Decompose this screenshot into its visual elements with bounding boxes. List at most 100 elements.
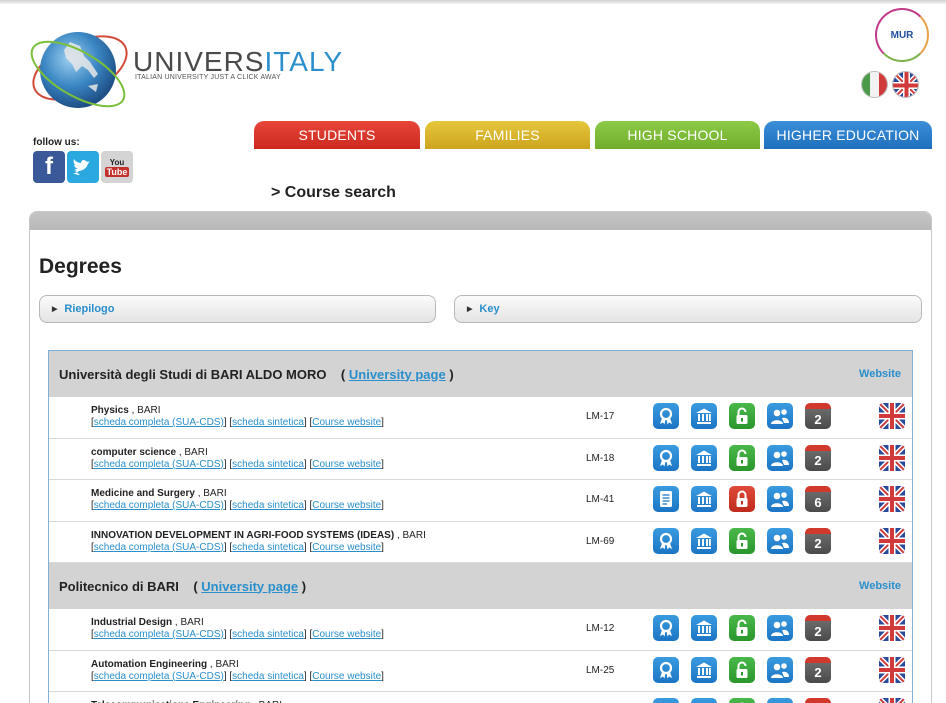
youtube-icon[interactable]: You Tube <box>101 151 133 183</box>
course-duration-years: 2 <box>814 665 822 680</box>
short-sheet-link[interactable]: scheda sintetica <box>232 417 304 428</box>
document-icon[interactable] <box>653 486 679 512</box>
english-language-flag-icon[interactable] <box>879 486 905 512</box>
course-links: [scheda completa (SUA-CDS)] [scheda sint… <box>91 629 384 640</box>
people-icon[interactable] <box>767 698 793 703</box>
open-access-lock-icon[interactable] <box>729 656 755 683</box>
full-sheet-link[interactable]: scheda completa (SUA-CDS) <box>94 542 224 553</box>
course-duration-years: 2 <box>814 453 822 468</box>
english-language-flag-icon[interactable] <box>879 698 905 703</box>
university-header-row: Università degli Studi di BARI ALDO MORO… <box>49 351 912 397</box>
people-icon[interactable] <box>767 444 793 471</box>
tab-students[interactable]: STUDENTS <box>254 121 420 149</box>
english-language-flag-icon[interactable] <box>879 403 905 429</box>
course-name[interactable]: Automation Engineering <box>91 659 207 670</box>
top-border <box>0 0 946 4</box>
full-sheet-link[interactable]: scheda completa (SUA-CDS) <box>94 671 224 682</box>
calendar-years-icon[interactable]: 6 <box>805 486 831 512</box>
tab-higher-education[interactable]: HIGHER EDUCATION <box>764 121 932 149</box>
full-sheet-link[interactable]: scheda completa (SUA-CDS) <box>94 500 224 511</box>
key-label: Key <box>479 303 500 315</box>
award-icon[interactable] <box>653 698 679 703</box>
open-access-lock-icon[interactable] <box>729 444 755 471</box>
brand-tagline: ITALIAN UNIVERSITY JUST A CLICK AWAY <box>135 74 281 81</box>
course-duration-years: 2 <box>814 411 822 427</box>
course-class-code: LM-41 <box>586 494 615 505</box>
tab-families[interactable]: FAMILIES <box>425 121 590 149</box>
calendar-years-icon[interactable] <box>805 698 831 703</box>
award-icon[interactable] <box>653 527 679 554</box>
open-access-lock-icon[interactable] <box>729 527 755 554</box>
course-website-link[interactable]: Course website <box>312 459 381 470</box>
university-name: Politecnico di BARI ( University page ) <box>59 578 307 594</box>
course-duration-years: 2 <box>814 623 822 639</box>
university-website-link[interactable]: Website <box>859 368 901 380</box>
course-website-link[interactable]: Course website <box>312 671 381 682</box>
full-sheet-link[interactable]: scheda completa (SUA-CDS) <box>94 417 224 428</box>
open-access-lock-icon[interactable] <box>729 615 755 641</box>
english-flag-icon[interactable] <box>892 71 919 98</box>
short-sheet-link[interactable]: scheda sintetica <box>232 671 304 682</box>
open-access-lock-icon[interactable] <box>729 403 755 429</box>
course-name[interactable]: computer science <box>91 447 176 458</box>
university-building-icon[interactable] <box>691 444 717 471</box>
english-language-flag-icon[interactable] <box>879 527 905 554</box>
award-icon[interactable] <box>653 403 679 429</box>
restricted-access-lock-icon[interactable] <box>729 486 755 512</box>
course-name[interactable]: INNOVATION DEVELOPMENT IN AGRI-FOOD SYST… <box>91 530 394 541</box>
course-name[interactable]: Industrial Design <box>91 617 172 628</box>
full-sheet-link[interactable]: scheda completa (SUA-CDS) <box>94 459 224 470</box>
award-icon[interactable] <box>653 615 679 641</box>
course-website-link[interactable]: Course website <box>312 500 381 511</box>
calendar-years-icon[interactable]: 2 <box>805 527 831 554</box>
university-building-icon[interactable] <box>691 486 717 512</box>
riepilogo-label: Riepilogo <box>64 303 115 315</box>
university-building-icon[interactable] <box>691 403 717 429</box>
course-website-link[interactable]: Course website <box>312 417 381 428</box>
award-icon[interactable] <box>653 444 679 471</box>
full-sheet-link[interactable]: scheda completa (SUA-CDS) <box>94 629 224 640</box>
people-icon[interactable] <box>767 403 793 429</box>
university-building-icon[interactable] <box>691 656 717 683</box>
course-title: INNOVATION DEVELOPMENT IN AGRI-FOOD SYST… <box>91 529 426 541</box>
short-sheet-link[interactable]: scheda sintetica <box>232 500 304 511</box>
italian-flag-icon[interactable] <box>861 71 888 98</box>
twitter-icon[interactable] <box>67 151 99 183</box>
short-sheet-link[interactable]: scheda sintetica <box>232 629 304 640</box>
mur-logo[interactable]: MUR <box>875 8 929 62</box>
calendar-years-icon[interactable]: 2 <box>805 615 831 641</box>
calendar-years-icon[interactable]: 2 <box>805 403 831 429</box>
key-accordion[interactable]: ▶ Key <box>454 295 922 323</box>
tab-high-school[interactable]: HIGH SCHOOL <box>595 121 760 149</box>
course-row: Automation Engineering , BARI [scheda co… <box>49 650 912 692</box>
calendar-years-icon[interactable]: 2 <box>805 444 831 471</box>
award-icon[interactable] <box>653 656 679 683</box>
short-sheet-link[interactable]: scheda sintetica <box>232 459 304 470</box>
university-website-link[interactable]: Website <box>859 580 901 592</box>
open-access-lock-icon[interactable] <box>729 698 755 703</box>
english-language-flag-icon[interactable] <box>879 656 905 683</box>
follow-us-label: follow us: <box>33 137 80 148</box>
university-page-link[interactable]: University page <box>349 367 446 382</box>
facebook-icon[interactable]: f <box>33 151 65 183</box>
university-building-icon[interactable] <box>691 615 717 641</box>
english-language-flag-icon[interactable] <box>879 615 905 641</box>
people-icon[interactable] <box>767 486 793 512</box>
calendar-years-icon[interactable]: 2 <box>805 656 831 683</box>
course-website-link[interactable]: Course website <box>312 542 381 553</box>
course-title: Medicine and Surgery , BARI <box>91 488 227 499</box>
course-website-link[interactable]: Course website <box>312 629 381 640</box>
university-building-icon[interactable] <box>691 527 717 554</box>
riepilogo-accordion[interactable]: ▶ Riepilogo <box>39 295 436 323</box>
english-language-flag-icon[interactable] <box>879 444 905 471</box>
university-page-link[interactable]: University page <box>201 579 298 594</box>
people-icon[interactable] <box>767 527 793 554</box>
short-sheet-link[interactable]: scheda sintetica <box>232 542 304 553</box>
course-name[interactable]: Physics <box>91 405 129 416</box>
course-row: INNOVATION DEVELOPMENT IN AGRI-FOOD SYST… <box>49 521 912 563</box>
people-icon[interactable] <box>767 656 793 683</box>
universitaly-logo[interactable]: UNIVERSITALY ITALIAN UNIVERSITY JUST A C… <box>28 12 342 122</box>
people-icon[interactable] <box>767 615 793 641</box>
course-name[interactable]: Medicine and Surgery <box>91 488 195 499</box>
university-building-icon[interactable] <box>691 698 717 703</box>
